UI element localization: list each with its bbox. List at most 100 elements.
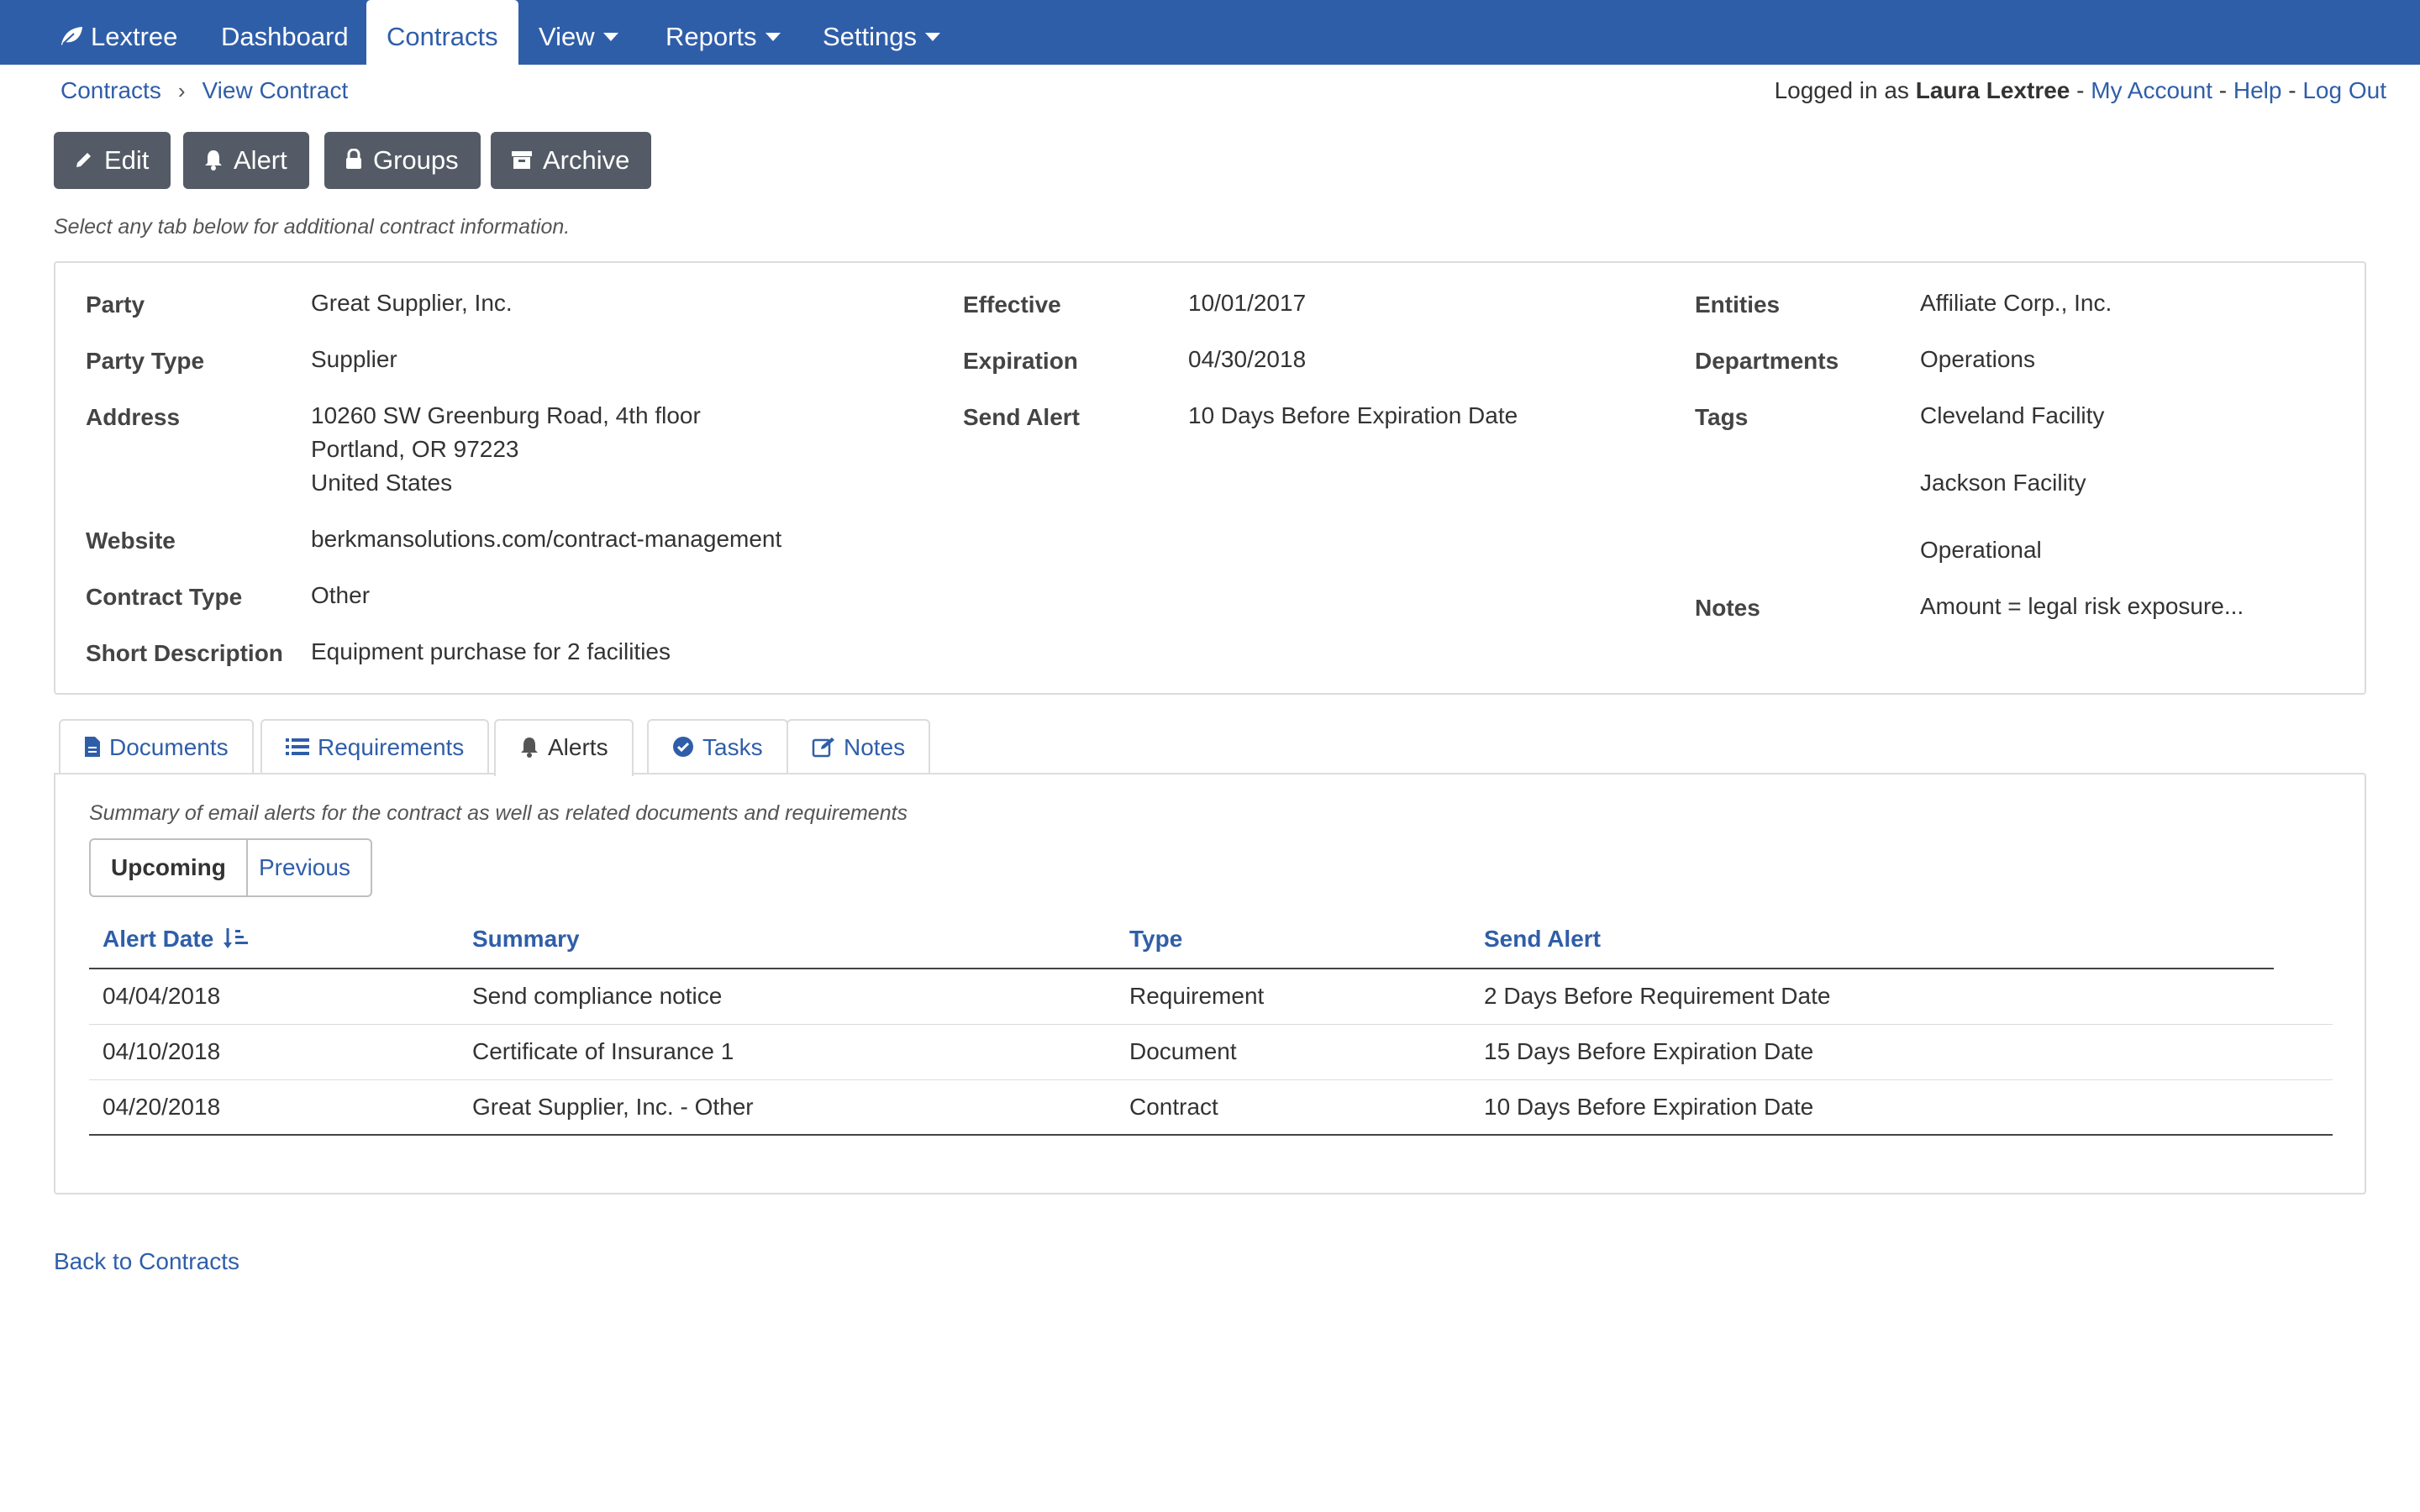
party-label: Party xyxy=(86,291,145,318)
column-header-summary[interactable]: Summary xyxy=(472,926,580,953)
edit-button[interactable]: Edit xyxy=(54,132,171,189)
check-circle-icon xyxy=(673,737,693,758)
caret-down-icon xyxy=(602,32,618,41)
column-header-send-alert[interactable]: Send Alert xyxy=(1484,926,1601,953)
brand-link[interactable]: Lextree xyxy=(59,0,177,65)
alert-button-label: Alert xyxy=(234,145,287,175)
type-cell: Document xyxy=(1129,1038,1237,1064)
my-account-link[interactable]: My Account xyxy=(2091,77,2212,103)
nav-view-label: View xyxy=(539,22,595,51)
breadcrumb-separator: › xyxy=(177,78,186,103)
type-cell: Contract xyxy=(1129,1094,1218,1120)
user-bar: Logged in as Laura Lextree - My Account … xyxy=(1775,77,2386,104)
bell-icon xyxy=(521,738,538,759)
archive-button[interactable]: Archive xyxy=(491,132,652,189)
table-bottom-divider xyxy=(89,1134,2333,1136)
expiration-label: Expiration xyxy=(963,348,1078,374)
previous-toggle[interactable]: Previous xyxy=(239,838,372,897)
nav-view[interactable]: View xyxy=(539,0,618,65)
tags-label: Tags xyxy=(1695,404,1749,430)
short-description-value: Equipment purchase for 2 facilities xyxy=(311,638,671,664)
alert-date-cell: 04/10/2018 xyxy=(103,1038,221,1064)
breadcrumb-contracts[interactable]: Contracts xyxy=(60,77,161,103)
nav-dashboard[interactable]: Dashboard xyxy=(221,0,349,65)
edit-button-label: Edit xyxy=(104,145,150,175)
current-user-name: Laura Lextree xyxy=(1915,77,2070,103)
column-header-type[interactable]: Type xyxy=(1129,926,1182,953)
nav-reports[interactable]: Reports xyxy=(666,0,781,65)
departments-label: Departments xyxy=(1695,348,1839,374)
tag-item: Cleveland Facility xyxy=(1920,402,2105,428)
contract-details-panel: Party Great Supplier, Inc. Party Type Su… xyxy=(54,261,2366,695)
breadcrumb-view-contract[interactable]: View Contract xyxy=(203,77,349,103)
entities-label: Entities xyxy=(1695,291,1781,318)
nav-contracts[interactable]: Contracts xyxy=(366,0,518,66)
back-to-contracts-link[interactable]: Back to Contracts xyxy=(54,1248,239,1275)
nav-settings[interactable]: Settings xyxy=(823,0,941,65)
nav-contracts-label: Contracts xyxy=(387,22,498,51)
nav-settings-label: Settings xyxy=(823,22,918,51)
tab-notes[interactable]: Notes xyxy=(786,719,931,774)
edit-icon xyxy=(812,738,834,758)
help-link[interactable]: Help xyxy=(2233,77,2282,103)
tag-item: Jackson Facility xyxy=(1920,470,2086,496)
archive-icon xyxy=(512,151,532,170)
address-line-2: Portland, OR 97223 xyxy=(311,436,519,462)
alerts-summary-text: Summary of email alerts for the contract… xyxy=(89,801,908,825)
address-line-3: United States xyxy=(311,470,453,496)
summary-cell: Send compliance notice xyxy=(472,983,723,1009)
nav-reports-label: Reports xyxy=(666,22,757,51)
nav-dashboard-label: Dashboard xyxy=(221,22,349,51)
departments-value: Operations xyxy=(1920,346,2035,372)
send-alert-value: 10 Days Before Expiration Date xyxy=(1188,402,1518,428)
logout-link[interactable]: Log Out xyxy=(2302,77,2386,103)
type-cell: Requirement xyxy=(1129,983,1265,1009)
leaf-icon xyxy=(61,26,82,45)
alerts-tab-panel: Summary of email alerts for the contract… xyxy=(54,773,2366,1194)
effective-label: Effective xyxy=(963,291,1061,318)
contract-type-value: Other xyxy=(311,582,371,608)
tab-hint-text: Select any tab below for additional cont… xyxy=(54,215,571,239)
file-icon xyxy=(85,737,100,758)
notes-label: Notes xyxy=(1695,595,1760,621)
tab-notes-label: Notes xyxy=(844,734,906,760)
breadcrumb: Contracts › View Contract xyxy=(60,77,348,104)
expiration-value: 04/30/2018 xyxy=(1188,346,1307,372)
short-description-label: Short Description xyxy=(86,640,283,666)
tab-requirements[interactable]: Requirements xyxy=(260,719,490,774)
table-row: 04/10/2018 Certificate of Insurance 1 Do… xyxy=(89,1025,2333,1080)
tab-documents-label: Documents xyxy=(109,734,229,760)
archive-button-label: Archive xyxy=(543,145,630,175)
party-type-value: Supplier xyxy=(311,346,397,372)
column-header-label: Alert Date xyxy=(103,926,214,952)
notes-value: Amount = legal risk exposure... xyxy=(1920,593,2244,619)
tab-alerts[interactable]: Alerts xyxy=(494,719,634,776)
upcoming-toggle[interactable]: Upcoming xyxy=(89,838,248,897)
send-alert-cell: 10 Days Before Expiration Date xyxy=(1484,1094,1814,1120)
alert-date-cell: 04/04/2018 xyxy=(103,983,221,1009)
summary-cell: Certificate of Insurance 1 xyxy=(472,1038,734,1064)
alert-button[interactable]: Alert xyxy=(183,132,309,189)
party-link[interactable]: Great Supplier, Inc. xyxy=(311,286,513,320)
address-line-1: 10260 SW Greenburg Road, 4th floor xyxy=(311,402,701,428)
send-alert-cell: 2 Days Before Requirement Date xyxy=(1484,983,1831,1009)
groups-button-label: Groups xyxy=(373,145,459,175)
tab-tasks-label: Tasks xyxy=(702,734,763,760)
column-header-alert-date[interactable]: Alert Date xyxy=(103,926,249,953)
tag-item: Operational xyxy=(1920,537,2042,563)
contract-type-label: Contract Type xyxy=(86,584,243,610)
alert-date-cell: 04/20/2018 xyxy=(103,1094,221,1120)
groups-button[interactable]: Groups xyxy=(324,132,481,189)
top-navbar: Lextree Dashboard Contracts View Reports… xyxy=(0,0,2420,66)
website-link[interactable]: berkmansolutions.com/contract-management xyxy=(311,522,781,556)
brand-label: Lextree xyxy=(91,22,178,51)
logged-in-prefix: Logged in as xyxy=(1774,77,1909,103)
table-row: 04/20/2018 Great Supplier, Inc. - Other … xyxy=(89,1080,2333,1136)
address-label: Address xyxy=(86,404,181,430)
summary-cell: Great Supplier, Inc. - Other xyxy=(472,1094,754,1120)
caret-down-icon xyxy=(765,32,781,41)
tab-tasks[interactable]: Tasks xyxy=(647,719,788,774)
tab-documents[interactable]: Documents xyxy=(59,719,254,774)
separator-dash: - xyxy=(2218,77,2228,103)
send-alert-cell: 15 Days Before Expiration Date xyxy=(1484,1038,1814,1064)
